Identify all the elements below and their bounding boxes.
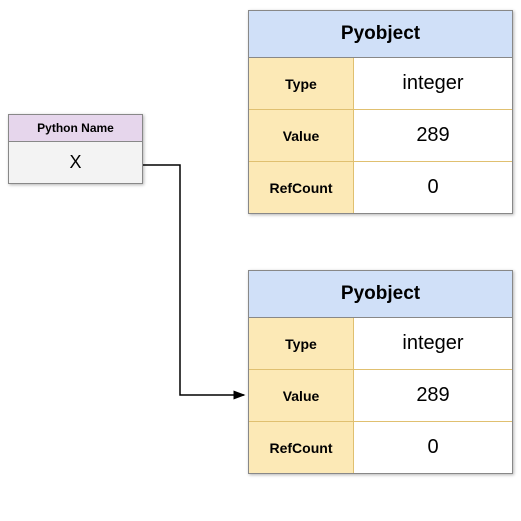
reference-arrow	[0, 0, 521, 521]
